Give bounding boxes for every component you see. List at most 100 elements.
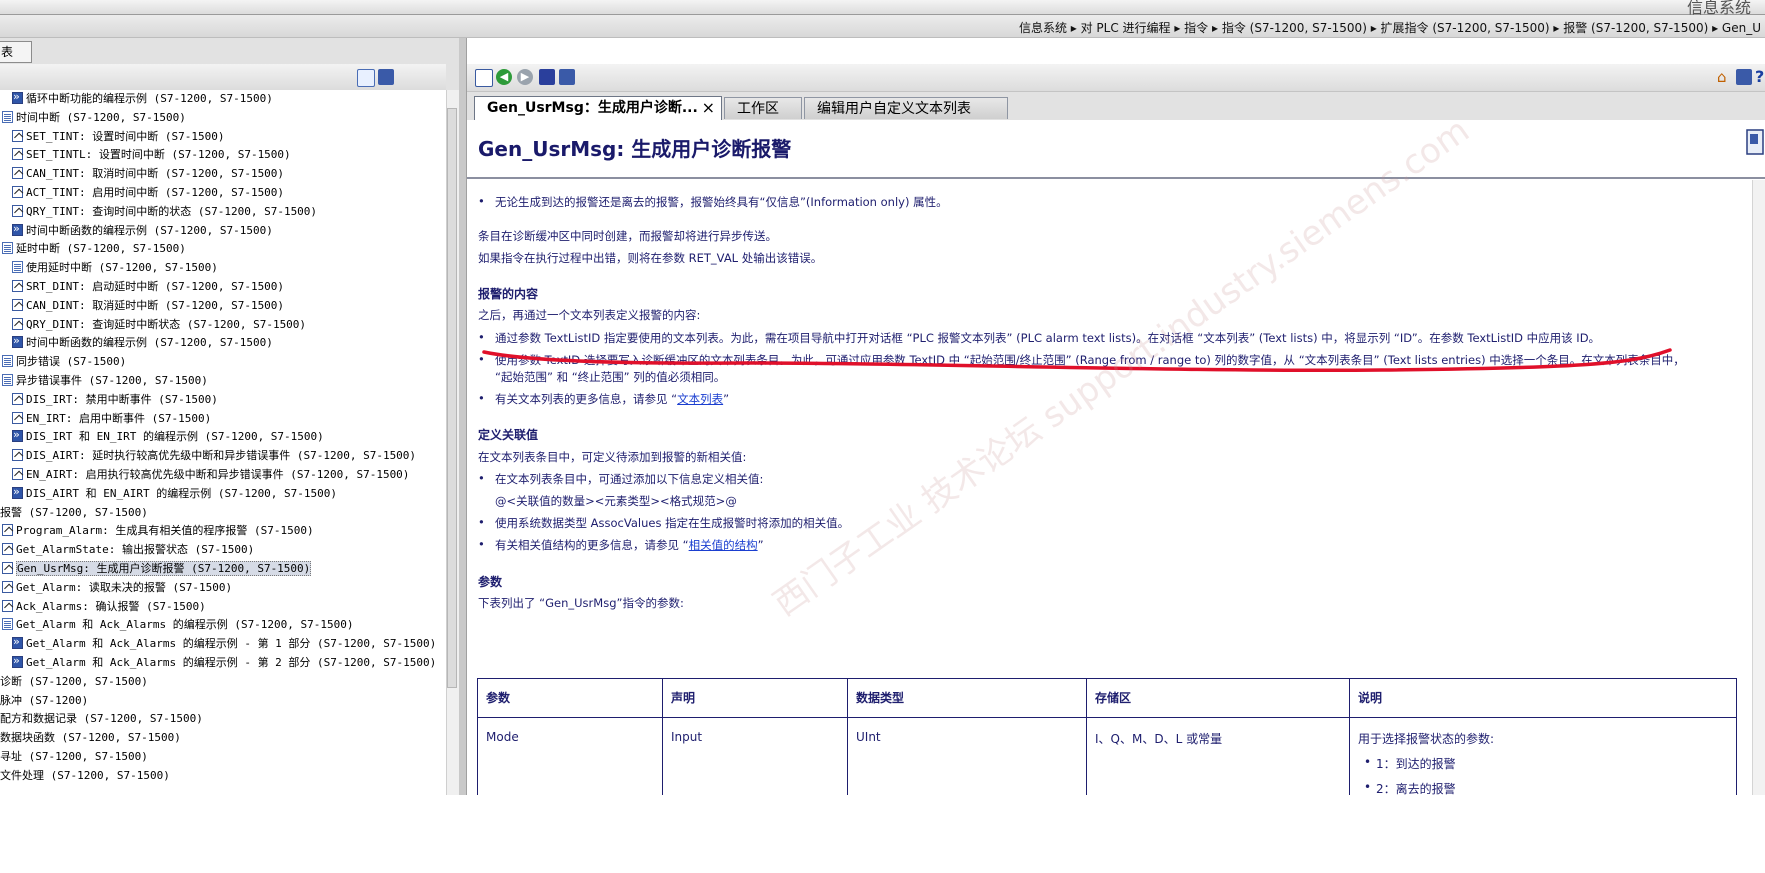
example-icon bbox=[12, 220, 23, 238]
tree-item[interactable]: Get_Alarm: 读取未决的报警 (S7-1500) bbox=[2, 579, 232, 597]
print-icon[interactable] bbox=[1736, 69, 1752, 85]
breadcrumb[interactable]: 信息系统 ▸ 对 PLC 进行编程 ▸ 指令 ▸ 指令 (S7-1200, S7… bbox=[1019, 19, 1761, 36]
tree-item[interactable]: Get_Alarm 和 Ack_Alarms 的编程示例 - 第 2 部分 (S… bbox=[12, 652, 436, 672]
tree-item-label: DIS_AIRT: 延时执行较高优先级中断和异步错误事件 (S7-1200, S… bbox=[26, 449, 417, 463]
tree-item[interactable]: SET_TINTL: 设置时间中断 (S7-1200, S7-1500) bbox=[12, 146, 291, 164]
tree-item[interactable]: CAN_DINT: 取消延时中断 (S7-1200, S7-1500) bbox=[12, 297, 284, 315]
add-favorite-icon[interactable] bbox=[559, 69, 575, 85]
tree-item[interactable]: EN_IRT: 启用中断事件 (S7-1500) bbox=[12, 410, 211, 428]
tree-item-label: SET_TINT: 设置时间中断 (S7-1500) bbox=[26, 129, 225, 143]
tree-item[interactable]: Get_AlarmState: 输出报警状态 (S7-1500) bbox=[2, 541, 254, 559]
tree-item[interactable]: Ack_Alarms: 确认报警 (S7-1500) bbox=[2, 598, 206, 616]
tree-item[interactable]: 循环中断功能的编程示例 (S7-1200, S7-1500) bbox=[12, 90, 273, 108]
assoc-values-link[interactable]: 相关值的结构 bbox=[689, 538, 758, 552]
doc-icon bbox=[2, 562, 13, 574]
doc-icon bbox=[12, 280, 23, 292]
paragraph: 在文本列表条目中，可定义待添加到报警的新相关值: bbox=[478, 450, 747, 464]
print-icon[interactable] bbox=[378, 69, 394, 85]
left-toolbar bbox=[0, 64, 446, 91]
tree-item[interactable]: SET_TINT: 设置时间中断 (S7-1500) bbox=[12, 128, 224, 146]
tree-item[interactable]: 脉冲 (S7-1200) bbox=[0, 692, 88, 710]
tree-item[interactable]: 使用延时中断 (S7-1200, S7-1500) bbox=[12, 259, 218, 277]
pane-splitter[interactable] bbox=[459, 38, 467, 795]
tree-item-label: Get_AlarmState: 输出报警状态 (S7-1500) bbox=[16, 543, 255, 557]
tree-item[interactable]: DIS_AIRT 和 EN_AIRT 的编程示例 (S7-1200, S7-15… bbox=[12, 483, 338, 503]
format-example: @<关联值的数量><元素类型><格式规范>@ bbox=[495, 494, 737, 508]
tree-item[interactable]: 配方和数据记录 (S7-1200, S7-1500) bbox=[0, 710, 203, 728]
home-icon[interactable]: ⌂ bbox=[1717, 69, 1733, 85]
tree-item-label: CAN_TINT: 取消时间中断 (S7-1200, S7-1500) bbox=[26, 167, 285, 181]
toc-toggle-icon[interactable] bbox=[475, 69, 493, 87]
tree-item-label: SET_TINTL: 设置时间中断 (S7-1200, S7-1500) bbox=[26, 148, 291, 162]
doc-icon bbox=[12, 148, 23, 161]
tree-item-label: 寻址 (S7-1200, S7-1500) bbox=[0, 750, 148, 763]
left-scrollbar-thumb[interactable] bbox=[447, 108, 457, 688]
tree-item[interactable]: DIS_IRT 和 EN_IRT 的编程示例 (S7-1200, S7-1500… bbox=[12, 426, 324, 446]
tree-item[interactable]: DIS_AIRT: 延时执行较高优先级中断和异步错误事件 (S7-1200, S… bbox=[12, 447, 416, 465]
tree-item[interactable]: CAN_TINT: 取消时间中断 (S7-1200, S7-1500) bbox=[12, 165, 284, 183]
tree-item[interactable]: Program_Alarm: 生成具有相关值的程序报警 (S7-1500) bbox=[2, 522, 314, 540]
tree-item-label: 使用延时中断 (S7-1200, S7-1500) bbox=[26, 261, 218, 275]
window-layout-icon[interactable] bbox=[1745, 128, 1765, 158]
table-cell: Mode bbox=[477, 717, 663, 795]
content-scrollbar[interactable] bbox=[1752, 180, 1765, 795]
tree-item[interactable]: 寻址 (S7-1200, S7-1500) bbox=[0, 748, 148, 766]
breadcrumb-bar: 信息系统 ▸ 对 PLC 进行编程 ▸ 指令 ▸ 指令 (S7-1200, S7… bbox=[0, 15, 1765, 38]
example-icon bbox=[12, 90, 23, 106]
contents-tree: 循环中断功能的编程示例 (S7-1200, S7-1500) 时间中断 (S7-1… bbox=[0, 90, 446, 795]
tree-item[interactable]: SRT_DINT: 启动延时中断 (S7-1200, S7-1500) bbox=[12, 278, 284, 296]
tab-edit-text-list[interactable]: 编辑用户自定义文本列表 bbox=[804, 97, 1008, 119]
column-header: 声明 bbox=[662, 678, 848, 718]
tree-item-label: DIS_AIRT 和 EN_AIRT 的编程示例 (S7-1200, S7-15… bbox=[26, 486, 338, 500]
tree-item[interactable]: DIS_IRT: 禁用中断事件 (S7-1500) bbox=[12, 391, 218, 409]
tree-item-label: 数据块函数 (S7-1200, S7-1500) bbox=[0, 731, 181, 745]
tree-item[interactable]: QRY_DINT: 查询延时中断状态 (S7-1200, S7-1500) bbox=[12, 316, 306, 334]
tree-item[interactable]: 时间中断函数的编程示例 (S7-1200, S7-1500) bbox=[12, 220, 273, 240]
tree-item[interactable]: 文件处理 (S7-1200, S7-1500) bbox=[0, 767, 170, 785]
tree-item[interactable]: 诊断 (S7-1200, S7-1500) bbox=[0, 673, 148, 691]
book-icon bbox=[2, 242, 13, 255]
back-icon[interactable]: ◀ bbox=[496, 69, 512, 85]
tree-item-label: 时间中断函数的编程示例 (S7-1200, S7-1500) bbox=[26, 336, 273, 350]
tree-item[interactable]: 异步错误事件 (S7-1200, S7-1500) bbox=[2, 372, 208, 390]
tab-gen-usrmsg[interactable]: Gen_UsrMsg：生成用户诊断... × bbox=[474, 96, 722, 120]
table-cell: I、Q、M、D、L 或常量 bbox=[1086, 717, 1350, 795]
parameters-table: 参数 声明 数据类型 存储区 说明 Mode Input UInt I、Q、M、… bbox=[477, 678, 1737, 795]
tree-item-label: ACT_TINT: 启用时间中断 (S7-1200, S7-1500) bbox=[26, 186, 285, 199]
example-icon bbox=[12, 633, 23, 651]
tab-contents[interactable]: 表 bbox=[0, 41, 32, 63]
example-icon bbox=[12, 426, 23, 444]
forward-icon[interactable]: ▶ bbox=[517, 69, 533, 85]
tab-workspace[interactable]: 工作区 bbox=[724, 97, 802, 119]
tree-item[interactable]: EN_AIRT: 启用执行较高优先级中断和异步错误事件 (S7-1200, S7… bbox=[12, 466, 409, 484]
text-list-link[interactable]: 文本列表 bbox=[677, 392, 723, 406]
tree-item-label: DIS_IRT: 禁用中断事件 (S7-1500) bbox=[26, 392, 218, 406]
sync-toc-icon[interactable] bbox=[357, 69, 375, 87]
tree-item[interactable]: QRY_TINT: 查询时间中断的状态 (S7-1200, S7-1500) bbox=[12, 203, 317, 221]
doc-icon bbox=[12, 186, 23, 198]
tree-item[interactable]: ACT_TINT: 启用时间中断 (S7-1200, S7-1500) bbox=[12, 184, 284, 202]
book-icon bbox=[2, 374, 13, 386]
tree-item[interactable]: 时间中断 (S7-1200, S7-1500) bbox=[2, 109, 186, 127]
tree-item-label: 脉冲 (S7-1200) bbox=[0, 693, 89, 707]
right-toolbar: ◀ ▶ ⌂ ? bbox=[467, 64, 1765, 92]
table-header-row: 参数 声明 数据类型 存储区 说明 bbox=[477, 678, 1737, 718]
tree-item[interactable]: 同步错误 (S7-1500) bbox=[2, 353, 126, 371]
paragraph: 之后，再通过一个文本列表定义报警的内容: bbox=[478, 308, 701, 322]
tree-item[interactable]: Get_Alarm 和 Ack_Alarms 的编程示例 (S7-1200, S… bbox=[2, 616, 354, 634]
tree-item-label: CAN_DINT: 取消延时中断 (S7-1200, S7-1500) bbox=[26, 298, 285, 312]
tree-item[interactable]: Gen_UsrMsg: 生成用户诊断报警 (S7-1200, S7-1500) bbox=[2, 560, 312, 578]
paragraph: 如果指令在执行过程中出错，则将在参数 RET_VAL 处输出该错误。 bbox=[478, 251, 823, 265]
tree-item[interactable]: 延时中断 (S7-1200, S7-1500) bbox=[2, 240, 186, 258]
bookmark-icon[interactable] bbox=[539, 69, 555, 85]
doc-icon bbox=[12, 411, 23, 424]
book-icon bbox=[2, 618, 13, 631]
tree-item[interactable]: 时间中断函数的编程示例 (S7-1200, S7-1500) bbox=[12, 332, 273, 352]
tree-item[interactable]: 数据块函数 (S7-1200, S7-1500) bbox=[0, 729, 181, 747]
column-header: 说明 bbox=[1349, 678, 1737, 718]
tree-item-label: 同步错误 (S7-1500) bbox=[16, 355, 127, 369]
close-tab-icon[interactable]: × bbox=[702, 97, 715, 119]
help-icon[interactable]: ? bbox=[1755, 67, 1765, 86]
tree-item[interactable]: Get_Alarm 和 Ack_Alarms 的编程示例 - 第 1 部分 (S… bbox=[12, 633, 436, 653]
tree-item[interactable]: 报警 (S7-1200, S7-1500) bbox=[0, 504, 148, 522]
